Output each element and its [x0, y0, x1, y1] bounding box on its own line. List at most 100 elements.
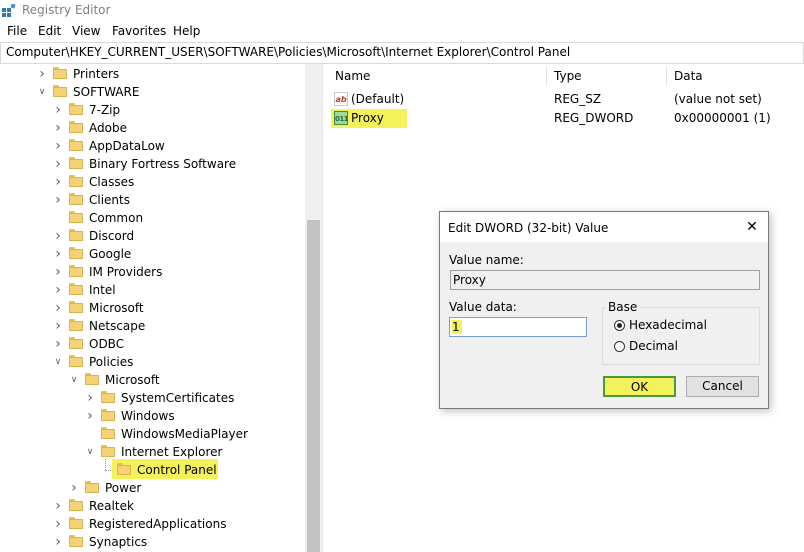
- chevron-right-icon[interactable]: ›: [53, 515, 63, 533]
- menu-file[interactable]: File: [7, 24, 27, 38]
- list-row[interactable]: 011 Proxy REG_DWORD 0x00000001 (1): [328, 109, 804, 128]
- tree-item[interactable]: › SystemCertificates: [0, 389, 305, 407]
- menu-help[interactable]: Help: [173, 24, 200, 38]
- folder-icon: [69, 103, 83, 115]
- address-bar[interactable]: Computer\HKEY_CURRENT_USER\SOFTWARE\Poli…: [0, 42, 804, 64]
- chevron-down-icon[interactable]: ∨: [69, 371, 79, 389]
- value-data-label: Value data:: [449, 300, 517, 314]
- tree-item[interactable]: › ODBC: [0, 335, 305, 353]
- tree-item[interactable]: › Binary Fortress Software: [0, 155, 305, 173]
- tree-item[interactable]: › Google: [0, 245, 305, 263]
- tree-item-label: Discord: [89, 229, 135, 243]
- list-row[interactable]: ab (Default) REG_SZ (value not set): [328, 90, 804, 108]
- folder-icon: [69, 499, 83, 511]
- tree-item[interactable]: › Clients: [0, 191, 305, 209]
- tree-item-label: Microsoft: [105, 373, 160, 387]
- folder-icon: [101, 427, 115, 439]
- tree-item[interactable]: › Realtek: [0, 497, 305, 515]
- tree-item[interactable]: › Printers: [0, 65, 305, 83]
- chevron-right-icon[interactable]: ›: [53, 533, 63, 551]
- tree-item[interactable]: Common: [0, 209, 305, 227]
- tree-item-label: Adobe: [89, 121, 127, 135]
- tree-item[interactable]: ∨ Microsoft: [0, 371, 305, 389]
- chevron-right-icon[interactable]: ›: [69, 479, 79, 497]
- value-data-text: 1: [452, 320, 462, 334]
- column-header-type[interactable]: Type: [554, 64, 582, 88]
- chevron-right-icon[interactable]: ›: [53, 263, 63, 281]
- folder-icon: [69, 157, 83, 169]
- chevron-down-icon[interactable]: ∨: [85, 443, 95, 461]
- tree-item[interactable]: WindowsMediaPlayer: [0, 425, 305, 443]
- tree-item[interactable]: › Netscape: [0, 317, 305, 335]
- folder-icon: [69, 517, 83, 529]
- folder-icon: [69, 175, 83, 187]
- chevron-right-icon[interactable]: ›: [53, 119, 63, 137]
- chevron-right-icon[interactable]: ›: [53, 335, 63, 353]
- chevron-right-icon[interactable]: ›: [85, 389, 95, 407]
- tree-item[interactable]: › Power: [0, 479, 305, 497]
- chevron-down-icon[interactable]: ∨: [53, 353, 63, 371]
- chevron-right-icon[interactable]: ›: [53, 227, 63, 245]
- chevron-right-icon[interactable]: ›: [53, 317, 63, 335]
- chevron-right-icon[interactable]: ›: [53, 191, 63, 209]
- menu-favorites[interactable]: Favorites: [112, 24, 166, 38]
- tree-item[interactable]: › RegisteredApplications: [0, 515, 305, 533]
- menu-edit[interactable]: Edit: [38, 24, 61, 38]
- value-data-input[interactable]: 1: [449, 317, 587, 337]
- tree-item[interactable]: ∨ SOFTWARE: [0, 83, 305, 101]
- dialog-title: Edit DWORD (32-bit) Value: [448, 221, 609, 235]
- column-header-name[interactable]: Name: [335, 64, 370, 88]
- tree-item[interactable]: › Adobe: [0, 119, 305, 137]
- folder-icon: [69, 193, 83, 205]
- folder-icon: [69, 229, 83, 241]
- tree-item[interactable]: › 7-Zip: [0, 101, 305, 119]
- column-separator[interactable]: [546, 66, 547, 86]
- hexadecimal-radio[interactable]: [614, 320, 625, 331]
- column-separator[interactable]: [666, 66, 667, 86]
- decimal-radio[interactable]: [614, 341, 625, 352]
- ok-button[interactable]: OK: [603, 376, 676, 397]
- folder-icon: [101, 445, 115, 457]
- chevron-right-icon[interactable]: ›: [53, 137, 63, 155]
- close-icon[interactable]: ✕: [740, 217, 764, 237]
- tree-item[interactable]: › Classes: [0, 173, 305, 191]
- value-name-field: Proxy: [450, 270, 760, 290]
- tree-item[interactable]: › AppDataLow: [0, 137, 305, 155]
- hexadecimal-label[interactable]: Hexadecimal: [629, 318, 707, 332]
- cancel-button[interactable]: Cancel: [686, 376, 759, 397]
- tree-item[interactable]: › Synaptics: [0, 533, 305, 551]
- decimal-label[interactable]: Decimal: [629, 339, 678, 353]
- tree-item[interactable]: › IM Providers: [0, 263, 305, 281]
- chevron-right-icon[interactable]: ›: [53, 497, 63, 515]
- tree-item[interactable]: › Intel: [0, 281, 305, 299]
- folder-icon: [117, 463, 131, 475]
- menu-view[interactable]: View: [72, 24, 100, 38]
- tree-item[interactable]: › Discord: [0, 227, 305, 245]
- chevron-right-icon[interactable]: ›: [53, 281, 63, 299]
- tree-item[interactable]: › Windows: [0, 407, 305, 425]
- chevron-right-icon[interactable]: ›: [85, 407, 95, 425]
- chevron-right-icon[interactable]: ›: [53, 155, 63, 173]
- tree-item-label: Microsoft: [89, 301, 144, 315]
- chevron-right-icon[interactable]: ›: [53, 173, 63, 191]
- folder-icon: [69, 337, 83, 349]
- tree-item-label: Clients: [89, 193, 130, 207]
- tree-scrollbar-thumb[interactable]: [307, 220, 320, 552]
- column-header-data[interactable]: Data: [674, 64, 703, 88]
- folder-icon: [85, 373, 99, 385]
- tree-item-label: Netscape: [89, 319, 146, 333]
- tree-item-label: Binary Fortress Software: [89, 157, 237, 171]
- chevron-right-icon[interactable]: ›: [37, 65, 47, 83]
- value-data: (value not set): [674, 92, 762, 106]
- tree-connector-line: [105, 459, 106, 470]
- chevron-right-icon[interactable]: ›: [53, 245, 63, 263]
- tree-item[interactable]: › Microsoft: [0, 299, 305, 317]
- chevron-right-icon[interactable]: ›: [53, 299, 63, 317]
- chevron-right-icon[interactable]: ›: [53, 101, 63, 119]
- menu-bar: File Edit View Favorites Help: [0, 22, 804, 42]
- tree-item[interactable]: Control Panel: [0, 459, 305, 479]
- tree-item[interactable]: ∨ Policies: [0, 353, 305, 371]
- title-bar: Registry Editor: [0, 0, 804, 22]
- tree-item-label: ODBC: [89, 337, 125, 351]
- chevron-down-icon[interactable]: ∨: [37, 83, 47, 101]
